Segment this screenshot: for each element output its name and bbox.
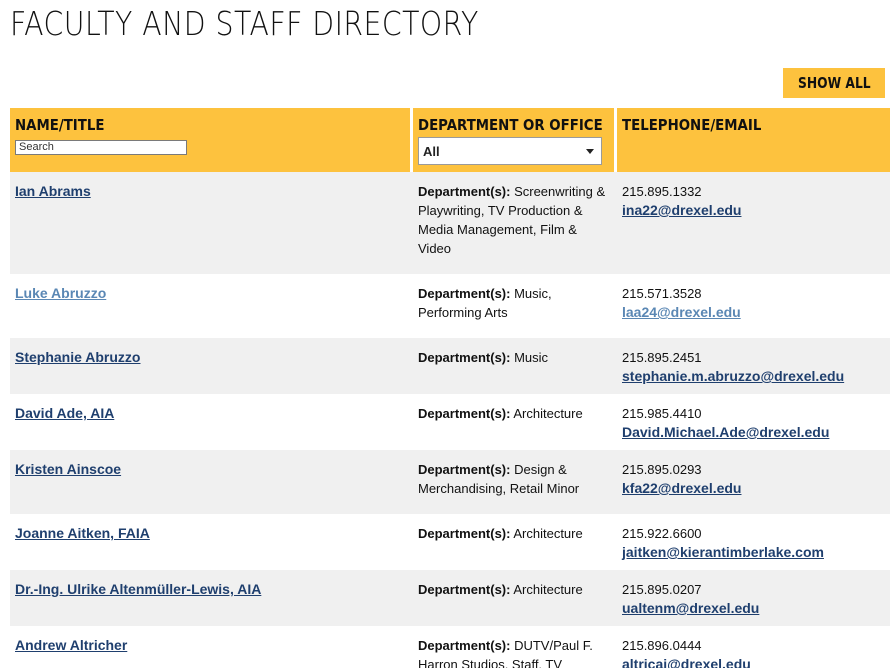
department-value: Architecture — [510, 582, 583, 597]
page-title: FACULTY AND STAFF DIRECTORY — [10, 4, 479, 43]
department-label: Department(s): — [418, 582, 511, 597]
contact-cell: 215.896.0444 altricaj@drexel.edu — [617, 626, 890, 668]
contact-cell: 215.895.0207 ualtenm@drexel.edu — [617, 570, 890, 626]
phone-number: 215.985.4410 — [622, 406, 702, 421]
table-row: David Ade, AIA Department(s): Architectu… — [10, 394, 890, 450]
email-link[interactable]: stephanie.m.abruzzo@drexel.edu — [622, 368, 844, 384]
column-label-contact: TELEPHONE/EMAIL — [622, 116, 762, 134]
phone-number: 215.571.3528 — [622, 286, 702, 301]
department-value: Architecture — [510, 526, 583, 541]
email-link[interactable]: jaitken@kierantimberlake.com — [622, 544, 824, 560]
phone-number: 215.895.2451 — [622, 350, 702, 365]
person-name-link[interactable]: Kristen Ainscoe — [15, 461, 121, 477]
phone-number: 215.922.6600 — [622, 526, 702, 541]
department-label: Department(s): — [418, 526, 511, 541]
phone-number: 215.895.1332 — [622, 184, 702, 199]
table-header-row: NAME/TITLE DEPARTMENT OR OFFICE All TELE… — [10, 108, 890, 172]
email-link[interactable]: ina22@drexel.edu — [622, 202, 741, 218]
email-link[interactable]: David.Michael.Ade@drexel.edu — [622, 424, 829, 440]
column-header-department: DEPARTMENT OR OFFICE All — [413, 108, 617, 172]
name-cell: Andrew Altricher — [10, 626, 413, 668]
department-label: Department(s): — [418, 462, 511, 477]
directory-table: NAME/TITLE DEPARTMENT OR OFFICE All TELE… — [10, 108, 890, 668]
department-cell: Department(s): Architecture — [413, 514, 617, 570]
contact-cell: 215.895.2451 stephanie.m.abruzzo@drexel.e… — [617, 338, 890, 394]
department-cell: Department(s): Music — [413, 338, 617, 394]
department-select-value: All — [423, 144, 440, 159]
department-label: Department(s): — [418, 350, 511, 365]
person-name-link[interactable]: Dr.-Ing. Ulrike Altenmüller-Lewis, AIA — [15, 581, 261, 597]
email-link[interactable]: laa24@drexel.edu — [622, 304, 741, 320]
contact-cell: 215.895.0293 kfa22@drexel.edu — [617, 450, 890, 514]
search-input[interactable] — [15, 139, 187, 155]
email-link[interactable]: kfa22@drexel.edu — [622, 480, 742, 496]
person-name-link[interactable]: Andrew Altricher — [15, 637, 127, 653]
table-row: Andrew Altricher Department(s): DUTV/Pau… — [10, 626, 890, 668]
phone-number: 215.896.0444 — [622, 638, 702, 653]
person-name-link[interactable]: Ian Abrams — [15, 183, 91, 199]
column-label-department: DEPARTMENT OR OFFICE — [418, 116, 603, 134]
table-row: Joanne Aitken, FAIA Department(s): Archi… — [10, 514, 890, 570]
table-row: Ian Abrams Department(s): Screenwriting … — [10, 172, 890, 274]
person-name-link[interactable]: Stephanie Abruzzo — [15, 349, 141, 365]
contact-cell: 215.985.4410 David.Michael.Ade@drexel.edu — [617, 394, 890, 450]
chevron-down-icon — [586, 149, 594, 154]
department-cell: Department(s): Design & Merchandising, R… — [413, 450, 617, 514]
name-cell: Ian Abrams — [10, 172, 413, 274]
name-cell: Luke Abruzzo — [10, 274, 413, 338]
person-name-link[interactable]: Joanne Aitken, FAIA — [15, 525, 150, 541]
name-cell: David Ade, AIA — [10, 394, 413, 450]
department-value: Music — [510, 350, 549, 365]
phone-number: 215.895.0293 — [622, 462, 702, 477]
department-cell: Department(s): Music, Performing Arts — [413, 274, 617, 338]
contact-cell: 215.571.3528 laa24@drexel.edu — [617, 274, 890, 338]
contact-cell: 215.895.1332 ina22@drexel.edu — [617, 172, 890, 274]
person-name-link[interactable]: Luke Abruzzo — [15, 285, 106, 301]
table-row: Dr.-Ing. Ulrike Altenmüller-Lewis, AIA D… — [10, 570, 890, 626]
table-row: Luke Abruzzo Department(s): Music, Perfo… — [10, 274, 890, 338]
table-row: Stephanie Abruzzo Department(s): Music 2… — [10, 338, 890, 394]
column-label-name: NAME/TITLE — [15, 116, 105, 134]
department-cell: Department(s): Architecture — [413, 394, 617, 450]
column-header-contact: TELEPHONE/EMAIL — [617, 108, 890, 172]
department-value: Architecture — [510, 406, 583, 421]
table-row: Kristen Ainscoe Department(s): Design & … — [10, 450, 890, 514]
person-name-link[interactable]: David Ade, AIA — [15, 405, 114, 421]
department-label: Department(s): — [418, 184, 511, 199]
show-all-button[interactable]: SHOW ALL — [783, 68, 885, 98]
department-label: Department(s): — [418, 406, 511, 421]
department-cell: Department(s): Screenwriting & Playwriti… — [413, 172, 617, 274]
department-cell: Department(s): DUTV/Paul F. Harron Studi… — [413, 626, 617, 668]
name-cell: Stephanie Abruzzo — [10, 338, 413, 394]
name-cell: Joanne Aitken, FAIA — [10, 514, 413, 570]
name-cell: Dr.-Ing. Ulrike Altenmüller-Lewis, AIA — [10, 570, 413, 626]
department-cell: Department(s): Architecture — [413, 570, 617, 626]
email-link[interactable]: altricaj@drexel.edu — [622, 656, 751, 668]
department-label: Department(s): — [418, 638, 511, 653]
show-all-label: SHOW ALL — [797, 74, 871, 92]
phone-number: 215.895.0207 — [622, 582, 702, 597]
contact-cell: 215.922.6600 jaitken@kierantimberlake.com — [617, 514, 890, 570]
department-label: Department(s): — [418, 286, 511, 301]
email-link[interactable]: ualtenm@drexel.edu — [622, 600, 759, 616]
column-header-name: NAME/TITLE — [10, 108, 413, 172]
name-cell: Kristen Ainscoe — [10, 450, 413, 514]
department-select[interactable]: All — [418, 137, 602, 165]
